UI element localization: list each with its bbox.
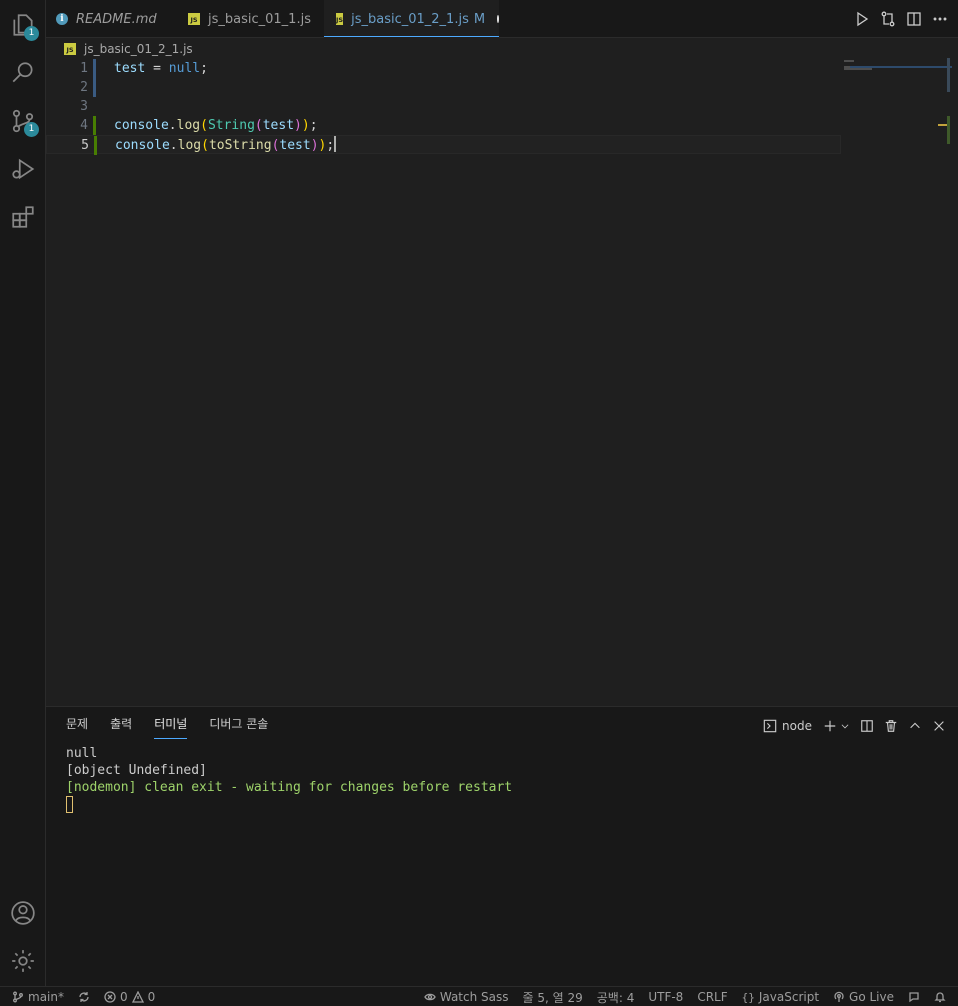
code-text: test = null;	[114, 61, 208, 76]
sync-status[interactable]	[78, 991, 90, 1003]
gutter-modified-marker[interactable]	[93, 59, 96, 78]
tab-readme[interactable]: i README.md	[56, 0, 184, 38]
js-file-icon: JS	[64, 43, 76, 55]
terminal-output[interactable]: null [object Undefined] [nodemon] clean ex…	[66, 745, 512, 818]
code-line[interactable]: 1 test = null;	[46, 59, 841, 78]
compare-changes-icon[interactable]	[880, 11, 896, 27]
search-icon[interactable]	[0, 50, 46, 96]
line-number: 2	[80, 80, 88, 95]
js-file-icon: JS	[336, 13, 344, 25]
settings-gear-icon[interactable]	[0, 938, 46, 984]
source-control-badge: 1	[24, 122, 39, 137]
encoding-status[interactable]: UTF-8	[648, 990, 683, 1004]
gutter-modified-marker[interactable]	[93, 78, 96, 97]
breadcrumb-file[interactable]: js_basic_01_2_1.js	[84, 42, 193, 56]
code-line[interactable]: 2	[46, 78, 841, 97]
bell-icon	[934, 992, 946, 1003]
braces-icon: {}	[741, 990, 755, 1004]
terminal-line: null	[66, 746, 98, 761]
modified-status: M	[473, 11, 486, 27]
watch-sass-button[interactable]: Watch Sass	[424, 990, 509, 1004]
line-number: 4	[80, 118, 88, 133]
code-line[interactable]: 4 console.log(String(test));	[46, 116, 841, 135]
editor-tab-bar: i README.md JS js_basic_01_1.js JS js_ba…	[46, 0, 958, 38]
code-text: console.log(String(test));	[114, 118, 318, 133]
tab-js-basic-01-1[interactable]: JS js_basic_01_1.js	[188, 0, 324, 38]
tab-title: README.md	[76, 11, 157, 27]
run-debug-icon[interactable]	[0, 146, 46, 192]
minimap[interactable]	[842, 58, 944, 98]
editor-actions	[854, 0, 948, 38]
tab-terminal[interactable]: 터미널	[154, 715, 188, 739]
branch-status[interactable]: main*	[12, 990, 64, 1004]
panel-tabs: 문제 출력 터미널 디버그 콘솔	[66, 715, 268, 739]
trash-icon[interactable]	[884, 719, 898, 733]
gutter-added-marker[interactable]	[93, 116, 96, 135]
tab-debug-console[interactable]: 디버그 콘솔	[209, 715, 268, 739]
tab-problems[interactable]: 문제	[66, 715, 88, 739]
tab-title: js_basic_01_2_1.js	[351, 11, 469, 27]
status-bar: main* 0 0 Watch Sass 줄 5, 열 29 공백: 4 UTF…	[0, 986, 958, 1006]
tab-title: js_basic_01_1.js	[208, 11, 311, 27]
activity-bar: 1 1	[0, 0, 46, 986]
js-file-icon: JS	[188, 13, 200, 25]
line-number: 5	[81, 138, 89, 153]
split-terminal-icon[interactable]	[860, 719, 874, 733]
line-number: 1	[80, 61, 88, 76]
minimap-viewport	[850, 66, 952, 68]
gutter-added-marker[interactable]	[94, 136, 97, 155]
error-icon	[104, 991, 116, 1003]
panel-actions: node	[763, 715, 946, 737]
eye-icon	[424, 993, 436, 1001]
breadcrumb[interactable]: JS js_basic_01_2_1.js	[64, 40, 193, 58]
code-line-current[interactable]: 5 console.log(toString(test));	[46, 135, 841, 155]
feedback-status[interactable]	[908, 991, 920, 1003]
scrollbar-change-marker	[947, 116, 950, 144]
more-actions-icon[interactable]	[932, 11, 948, 27]
run-icon[interactable]	[854, 11, 870, 27]
terminal-icon	[763, 719, 777, 733]
terminal-line: [nodemon] clean exit - waiting for chang…	[66, 780, 513, 795]
line-number: 3	[80, 99, 88, 114]
chevron-up-icon[interactable]	[908, 719, 922, 733]
info-icon: i	[56, 13, 68, 25]
new-terminal-icon[interactable]	[822, 719, 838, 733]
cursor-position[interactable]: 줄 5, 열 29	[523, 989, 583, 1006]
terminal-line: [object Undefined]	[66, 763, 207, 778]
chevron-down-icon[interactable]	[840, 719, 850, 733]
code-line[interactable]: 3	[46, 97, 841, 116]
terminal-name: node	[782, 719, 812, 733]
tab-js-basic-01-2-1[interactable]: JS js_basic_01_2_1.js M	[324, 0, 499, 38]
code-text: console.log(toString(test));	[115, 136, 337, 153]
git-branch-icon	[13, 991, 23, 1003]
bottom-panel: 문제 출력 터미널 디버그 콘솔 node null [object Undefi…	[46, 706, 958, 986]
go-live-button[interactable]: Go Live	[833, 990, 894, 1004]
problems-status[interactable]: 0 0	[104, 990, 155, 1004]
unsaved-dot-icon[interactable]	[497, 15, 499, 23]
code-editor[interactable]: 1 test = null; 2 3 4 console.log(String(…	[46, 58, 958, 706]
feedback-icon	[909, 992, 919, 1003]
eol-status[interactable]: CRLF	[697, 990, 727, 1004]
sync-icon	[79, 992, 89, 1002]
text-cursor	[334, 136, 337, 152]
extensions-icon[interactable]	[0, 194, 46, 240]
split-editor-icon[interactable]	[906, 11, 922, 27]
warning-icon	[131, 991, 144, 1003]
language-mode[interactable]: {} JavaScript	[742, 990, 819, 1004]
vertical-scrollbar[interactable]	[947, 58, 950, 92]
notifications-status[interactable]	[934, 991, 946, 1003]
terminal-selector[interactable]: node	[763, 719, 812, 733]
explorer-icon[interactable]: 1	[0, 2, 46, 48]
source-control-icon[interactable]: 1	[0, 98, 46, 144]
explorer-badge: 1	[24, 26, 39, 41]
tab-output[interactable]: 출력	[110, 715, 132, 739]
terminal-cursor	[66, 796, 73, 813]
close-icon[interactable]	[932, 719, 946, 733]
broadcast-icon	[834, 991, 844, 1002]
account-icon[interactable]	[0, 890, 46, 936]
indentation-status[interactable]: 공백: 4	[597, 989, 635, 1006]
